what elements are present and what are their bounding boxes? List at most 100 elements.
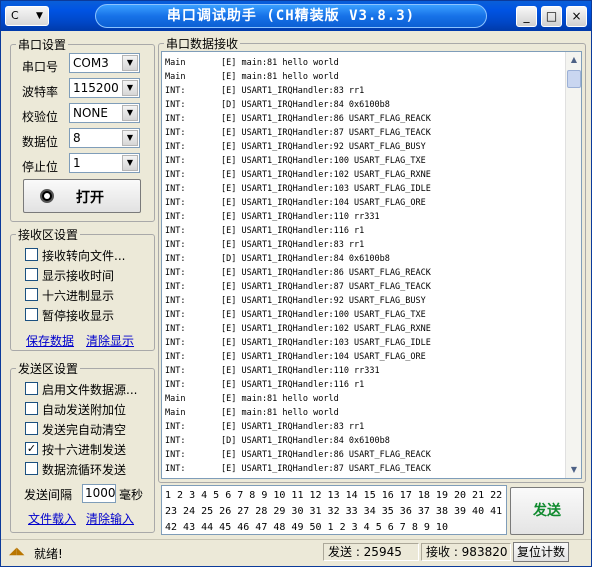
log-message: [E] USART1_IRQHandler:104 USART_FLAG_ORE	[221, 352, 426, 362]
title-bar[interactable]: C ▼ 串口调试助手 (CH精装版 V3.8.3) _ □ ×	[1, 1, 591, 31]
log-line: INT: [E] USART1_IRQHandler:83 rr1	[165, 238, 561, 252]
log-source: INT:	[165, 422, 186, 432]
send-button[interactable]: 发送	[510, 487, 584, 535]
recv-checkbox[interactable]	[25, 288, 38, 301]
log-message: [D] USART1_IRQHandler:84 0x6100b8	[221, 436, 390, 446]
log-message: [E] USART1_IRQHandler:102 USART_FLAG_RXN…	[221, 170, 431, 180]
log-line: INT: [E] USART1_IRQHandler:100 USART_FLAG…	[165, 154, 561, 168]
chevron-down-icon[interactable]: ▼	[122, 55, 138, 71]
log-line: INT: [E] USART1_IRQHandler:86 USART_FLAG_…	[165, 112, 561, 126]
parity-select[interactable]: NONE ▼	[69, 103, 140, 123]
log-source: INT:	[165, 450, 186, 460]
parity-value: NONE	[73, 106, 108, 120]
recv-checkbox[interactable]	[25, 248, 38, 261]
chevron-down-icon[interactable]: ▼	[122, 80, 138, 96]
recv-checkbox[interactable]	[25, 268, 38, 281]
log-source: INT:	[165, 226, 186, 236]
minimize-button[interactable]: _	[516, 6, 537, 27]
receive-textarea[interactable]: Main [E] main:81 hello world Main [E] main:…	[161, 51, 582, 479]
recv-option-label: 十六进制显示	[42, 289, 115, 303]
log-line: INT: [D] USART1_IRQHandler:84 0x6100b8	[165, 434, 561, 448]
log-source: INT:	[165, 268, 186, 278]
send-checkbox[interactable]: ✓	[25, 442, 38, 455]
log-message: [D] USART1_IRQHandler:84 0x6100b8	[221, 100, 390, 110]
send-checkbox[interactable]	[25, 462, 38, 475]
port-status-icon	[40, 189, 54, 203]
send-interval-label: 发送间隔	[24, 488, 73, 502]
open-port-button[interactable]: 打开	[23, 179, 141, 213]
log-source: INT:	[165, 366, 186, 376]
log-line: INT: [E] USART1_IRQHandler:92 USART_FLAG_…	[165, 294, 561, 308]
close-button[interactable]: ×	[566, 6, 587, 27]
system-menu-button[interactable]: C ▼	[5, 6, 49, 26]
baud-label: 波特率	[22, 85, 59, 99]
maximize-button[interactable]: □	[541, 6, 562, 27]
log-message: [E] main:81 hello world	[221, 72, 339, 82]
log-message: [E] USART1_IRQHandler:104 USART_FLAG_ORE	[221, 198, 426, 208]
log-source: INT:	[165, 198, 186, 208]
chevron-down-icon: ▼	[36, 11, 43, 21]
log-message: [E] main:81 hello world	[221, 408, 339, 418]
log-line: INT: [E] USART1_IRQHandler:83 rr1	[165, 420, 561, 434]
chevron-down-icon[interactable]: ▼	[122, 155, 138, 171]
log-source: Main	[165, 394, 186, 404]
log-line: Main [E] main:81 hello world	[165, 70, 561, 84]
log-source: INT:	[165, 86, 186, 96]
log-source: INT:	[165, 282, 186, 292]
baud-select[interactable]: 115200 ▼	[69, 78, 140, 98]
databits-label: 数据位	[22, 135, 59, 149]
log-message: [E] USART1_IRQHandler:86 USART_FLAG_REAC…	[221, 114, 431, 124]
log-line: INT: [E] USART1_IRQHandler:104 USART_FLAG…	[165, 196, 561, 210]
send-settings-title: 发送区设置	[16, 360, 81, 377]
send-option-label: 启用文件数据源...	[42, 383, 138, 397]
log-message: [E] USART1_IRQHandler:103 USART_FLAG_IDL…	[221, 338, 431, 348]
clear-display-link[interactable]: 清除显示	[86, 332, 134, 349]
log-message: [E] USART1_IRQHandler:86 USART_FLAG_REAC…	[221, 450, 431, 460]
scroll-down-icon[interactable]: ▼	[566, 462, 581, 478]
log-source: INT:	[165, 310, 186, 320]
sent-count: 发送 : 25945	[323, 543, 419, 561]
log-line: INT: [E] USART1_IRQHandler:110 rr331	[165, 364, 561, 378]
log-line: INT: [E] USART1_IRQHandler:100 USART_FLAG…	[165, 308, 561, 322]
receive-scrollbar[interactable]: ▲ ▼	[565, 52, 581, 478]
send-interval-input[interactable]: 1000	[82, 484, 116, 503]
send-option-label: 数据流循环发送	[42, 463, 127, 477]
send-checkbox[interactable]	[25, 382, 38, 395]
log-message: [D] USART1_IRQHandler:84 0x6100b8	[221, 254, 390, 264]
log-message: [E] USART1_IRQHandler:83 rr1	[221, 422, 365, 432]
scroll-up-icon[interactable]: ▲	[566, 52, 581, 68]
stopbits-select[interactable]: 1 ▼	[69, 153, 140, 173]
send-option-label: 自动发送附加位	[42, 403, 127, 417]
log-source: INT:	[165, 156, 186, 166]
parity-label: 校验位	[22, 110, 59, 124]
log-line: INT: [E] USART1_IRQHandler:104 USART_FLAG…	[165, 350, 561, 364]
send-checkbox[interactable]	[25, 422, 38, 435]
databits-select[interactable]: 8 ▼	[69, 128, 140, 148]
baud-value: 115200	[73, 81, 119, 95]
load-file-link[interactable]: 文件载入	[28, 510, 76, 527]
scroll-thumb[interactable]	[567, 70, 581, 88]
send-interval-unit: 毫秒	[119, 488, 144, 502]
recv-checkbox[interactable]	[25, 308, 38, 321]
reset-count-button[interactable]: 复位计数	[513, 542, 569, 562]
log-source: INT:	[165, 380, 186, 390]
log-line: INT: [E] USART1_IRQHandler:102 USART_FLAG…	[165, 322, 561, 336]
log-message: [E] USART1_IRQHandler:92 USART_FLAG_BUSY	[221, 296, 426, 306]
log-message: [E] USART1_IRQHandler:86 USART_FLAG_REAC…	[221, 268, 431, 278]
recv-option-label: 接收转向文件...	[42, 249, 126, 263]
send-option-label: 按十六进制发送	[42, 443, 127, 457]
log-source: Main	[165, 58, 186, 68]
log-line: Main [E] main:81 hello world	[165, 56, 561, 70]
log-message: [E] USART1_IRQHandler:100 USART_FLAG_TXE	[221, 310, 426, 320]
port-select[interactable]: COM3 ▼	[69, 53, 140, 73]
chevron-down-icon[interactable]: ▼	[122, 105, 138, 121]
save-data-link[interactable]: 保存数据	[26, 332, 74, 349]
send-textarea[interactable]: 1 2 3 4 5 6 7 8 9 10 11 12 13 14 15 16 1…	[161, 485, 507, 535]
send-checkbox[interactable]	[25, 402, 38, 415]
log-message: [E] USART1_IRQHandler:83 rr1	[221, 86, 365, 96]
log-line: INT: [E] USART1_IRQHandler:102 USART_FLAG…	[165, 168, 561, 182]
log-line: INT: [E] USART1_IRQHandler:83 rr1	[165, 84, 561, 98]
send-option-label: 发送完自动清空	[42, 423, 127, 437]
clear-input-link[interactable]: 清除输入	[86, 510, 134, 527]
chevron-down-icon[interactable]: ▼	[122, 130, 138, 146]
